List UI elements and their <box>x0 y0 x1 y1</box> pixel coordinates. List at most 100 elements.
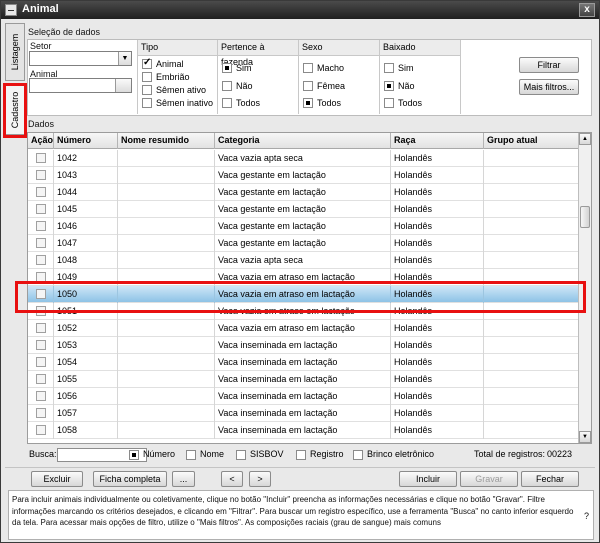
sexo-option-todos[interactable]: Todos <box>303 97 341 110</box>
table-row[interactable]: 1057 Vaca inseminada em lactação Holandês <box>28 405 579 422</box>
table-row[interactable]: 1056 Vaca inseminada em lactação Holandês <box>28 388 579 405</box>
pertence-option-nao[interactable]: Não <box>222 80 253 93</box>
table-row[interactable]: 1055 Vaca inseminada em lactação Holandês <box>28 371 579 388</box>
tipo-option-embriao[interactable]: Embrião <box>142 71 190 84</box>
column-header-numero[interactable]: Número <box>54 133 118 149</box>
previous-record-button[interactable]: < <box>221 471 243 487</box>
row-select-checkbox[interactable] <box>36 170 46 180</box>
table-row[interactable]: 1051 Vaca vazia em atraso em lactação Hola… <box>28 303 579 320</box>
row-select-checkbox[interactable] <box>36 153 46 163</box>
help-icon[interactable]: ? <box>584 511 589 523</box>
row-action-cell[interactable] <box>28 371 54 388</box>
tipo-option-animal[interactable]: Animal <box>142 57 184 71</box>
column-header-categoria[interactable]: Categoria <box>215 133 391 149</box>
setor-select[interactable]: ▼ <box>29 51 132 66</box>
close-window-button[interactable]: x <box>579 3 595 17</box>
column-header-acao[interactable]: Ação <box>28 133 54 149</box>
row-action-cell[interactable] <box>28 218 54 235</box>
search-option-registro-radio[interactable] <box>296 450 306 460</box>
row-grupo-cell <box>484 184 579 201</box>
row-action-cell[interactable] <box>28 150 54 167</box>
search-option-brinco-radio[interactable] <box>353 450 363 460</box>
row-action-cell[interactable] <box>28 201 54 218</box>
gravar-button[interactable]: Gravar <box>460 471 518 487</box>
row-select-checkbox[interactable] <box>36 357 46 367</box>
search-option-nome-radio[interactable] <box>186 450 196 460</box>
sexo-option-femea[interactable]: Fêmea <box>303 80 345 93</box>
grid-vertical-scrollbar[interactable]: ▲ ▼ <box>578 133 591 443</box>
row-action-cell[interactable] <box>28 388 54 405</box>
row-action-cell[interactable] <box>28 320 54 337</box>
row-action-cell[interactable] <box>28 422 54 439</box>
table-row[interactable]: 1044 Vaca gestante em lactação Holandês <box>28 184 579 201</box>
table-row-selected[interactable]: 1050 Vaca vazia em atraso em lactação Hola… <box>28 286 579 303</box>
pertence-option-todos[interactable]: Todos <box>222 97 260 110</box>
row-select-checkbox[interactable] <box>36 272 46 282</box>
row-select-checkbox[interactable] <box>36 187 46 197</box>
column-header-raca[interactable]: Raça <box>391 133 484 149</box>
tipo-option-semen-inativo[interactable]: Sêmen inativo <box>142 97 213 110</box>
row-select-checkbox[interactable] <box>36 221 46 231</box>
tab-listagem[interactable]: Listagem <box>5 23 25 81</box>
row-select-checkbox[interactable] <box>36 238 46 248</box>
excluir-button[interactable]: Excluir <box>31 471 83 487</box>
filtrar-button[interactable]: Filtrar <box>519 57 579 73</box>
scroll-down-icon[interactable]: ▼ <box>579 431 591 443</box>
row-select-checkbox[interactable] <box>36 391 46 401</box>
row-nome-cell <box>118 388 215 405</box>
tab-cadastro[interactable]: Cadastro <box>5 85 25 135</box>
row-select-checkbox[interactable] <box>36 374 46 384</box>
table-row[interactable]: 1052 Vaca vazia em atraso em lactação Hola… <box>28 320 579 337</box>
table-row[interactable]: 1054 Vaca inseminada em lactação Holandês <box>28 354 579 371</box>
row-action-cell[interactable] <box>28 303 54 320</box>
row-select-checkbox[interactable] <box>36 408 46 418</box>
baixado-option-todos[interactable]: Todos <box>384 97 422 110</box>
row-action-cell[interactable] <box>28 337 54 354</box>
search-option-numero-radio[interactable] <box>129 450 139 460</box>
mais-filtros-button[interactable]: Mais filtros... <box>519 79 579 95</box>
row-select-checkbox[interactable] <box>36 306 46 316</box>
row-action-cell[interactable] <box>28 252 54 269</box>
row-select-checkbox[interactable] <box>36 323 46 333</box>
row-numero-cell: 1050 <box>54 286 118 303</box>
table-row[interactable]: 1047 Vaca gestante em lactação Holandês <box>28 235 579 252</box>
table-row[interactable]: 1048 Vaca vazia apta seca Holandês <box>28 252 579 269</box>
row-action-cell[interactable] <box>28 167 54 184</box>
fechar-button[interactable]: Fechar <box>521 471 579 487</box>
animal-input[interactable] <box>29 78 132 93</box>
animal-lookup-button[interactable] <box>115 79 131 92</box>
row-action-cell[interactable] <box>28 286 54 303</box>
ficha-completa-button[interactable]: Ficha completa <box>93 471 167 487</box>
tipo-option-semen-ativo[interactable]: Sêmen ativo <box>142 84 206 97</box>
search-option-sisbov-radio[interactable] <box>236 450 246 460</box>
baixado-option-nao[interactable]: Não <box>384 80 415 93</box>
row-action-cell[interactable] <box>28 235 54 252</box>
column-header-nome-resumido[interactable]: Nome resumido <box>118 133 215 149</box>
row-select-checkbox[interactable] <box>36 340 46 350</box>
table-row[interactable]: 1043 Vaca gestante em lactação Holandês <box>28 167 579 184</box>
next-record-button[interactable]: > <box>249 471 271 487</box>
incluir-button[interactable]: Incluir <box>399 471 457 487</box>
row-select-checkbox[interactable] <box>36 204 46 214</box>
scroll-thumb[interactable] <box>580 206 590 228</box>
table-row[interactable]: 1049 Vaca vazia em atraso em lactação Hola… <box>28 269 579 286</box>
more-options-button[interactable]: ... <box>172 471 195 487</box>
row-action-cell[interactable] <box>28 269 54 286</box>
row-select-checkbox[interactable] <box>36 255 46 265</box>
row-select-checkbox[interactable] <box>36 425 46 435</box>
scroll-up-icon[interactable]: ▲ <box>579 133 591 145</box>
table-row[interactable]: 1058 Vaca inseminada em lactação Holandês <box>28 422 579 439</box>
table-row[interactable]: 1045 Vaca gestante em lactação Holandês <box>28 201 579 218</box>
table-row[interactable]: 1046 Vaca gestante em lactação Holandês <box>28 218 579 235</box>
table-row[interactable]: 1042 Vaca vazia apta seca Holandês <box>28 150 579 167</box>
row-select-checkbox[interactable] <box>36 289 46 299</box>
row-action-cell[interactable] <box>28 184 54 201</box>
window-menu-icon[interactable] <box>5 4 17 16</box>
sexo-option-macho[interactable]: Macho <box>303 62 344 75</box>
column-header-grupo-atual[interactable]: Grupo atual <box>484 133 579 149</box>
baixado-option-sim[interactable]: Sim <box>384 62 414 75</box>
pertence-option-sim[interactable]: Sim <box>222 62 252 75</box>
row-action-cell[interactable] <box>28 354 54 371</box>
table-row[interactable]: 1053 Vaca inseminada em lactação Holandês <box>28 337 579 354</box>
row-action-cell[interactable] <box>28 405 54 422</box>
